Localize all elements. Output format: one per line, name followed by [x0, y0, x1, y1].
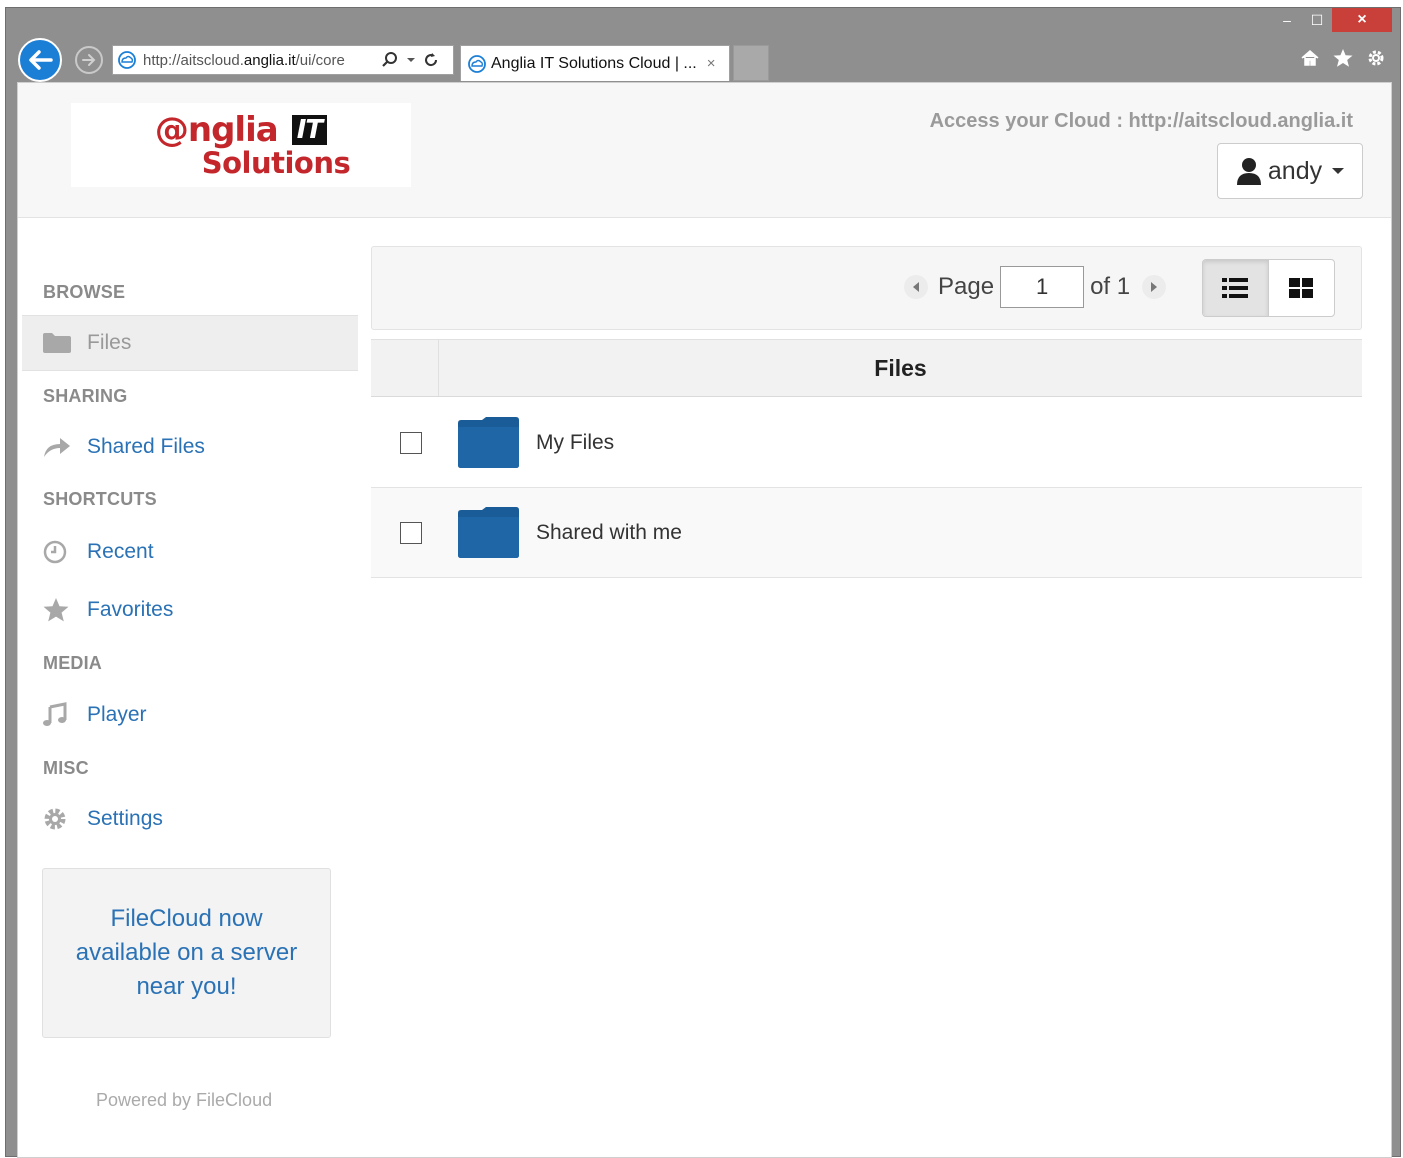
- row-checkbox[interactable]: [400, 521, 422, 544]
- chevron-down-icon[interactable]: [406, 56, 416, 64]
- page-number-input[interactable]: [1000, 266, 1085, 308]
- view-toggle-group: [1202, 259, 1335, 317]
- cog-icon: [44, 808, 66, 830]
- back-button[interactable]: [18, 38, 62, 82]
- browser-toolbar: [1300, 48, 1386, 68]
- company-logo[interactable]: @nglia IT Solutions: [71, 103, 411, 187]
- folder-icon: [458, 416, 520, 469]
- row-name[interactable]: My Files: [536, 431, 614, 455]
- pagination: Page of 1: [904, 266, 1167, 308]
- back-arrow-icon: [29, 50, 53, 70]
- url-text: http://aitscloud.anglia.it/ui/core: [143, 51, 345, 69]
- grid-icon: [1289, 278, 1314, 298]
- forward-arrow-icon: [82, 54, 96, 66]
- user-menu-button[interactable]: andy: [1217, 143, 1363, 199]
- files-column-header[interactable]: Files: [439, 340, 1362, 396]
- promo-box[interactable]: FileCloud now available on a server near…: [42, 868, 331, 1038]
- sidebar-item-favorites[interactable]: Favorites: [22, 582, 358, 638]
- row-name[interactable]: Shared with me: [536, 521, 682, 545]
- prev-page-button[interactable]: [904, 275, 928, 299]
- sidebar-item-player[interactable]: Player: [22, 687, 358, 743]
- table-row[interactable]: Shared with me: [371, 488, 1362, 578]
- forward-button[interactable]: [75, 46, 103, 74]
- list-icon: [1222, 278, 1249, 298]
- sidebar-item-settings[interactable]: Settings: [22, 791, 358, 847]
- row-checkbox[interactable]: [400, 431, 422, 454]
- search-icon[interactable]: [381, 51, 399, 69]
- clock-icon: [43, 540, 67, 564]
- page-viewport: @nglia IT Solutions Access your Cloud : h…: [17, 82, 1392, 1158]
- home-icon[interactable]: [1300, 48, 1320, 68]
- triangle-left-icon: [913, 282, 919, 292]
- minimize-button[interactable]: –: [1272, 8, 1302, 32]
- sidebar-item-recent[interactable]: Recent: [22, 524, 358, 580]
- music-note-icon: [43, 702, 67, 726]
- list-view-button[interactable]: [1203, 260, 1269, 316]
- site-cloud-icon: [118, 51, 136, 69]
- browser-window: – ☐ × http://aitscloud.anglia.it/ui/core…: [5, 7, 1401, 1158]
- user-icon: [1236, 158, 1261, 185]
- window-controls: – ☐ ×: [1272, 8, 1392, 38]
- section-browse: BROWSE: [43, 282, 126, 302]
- files-table-header: Files: [371, 339, 1362, 397]
- page-label: Page: [938, 273, 995, 300]
- sidebar-item-shared-files[interactable]: Shared Files: [22, 419, 358, 475]
- address-bar[interactable]: http://aitscloud.anglia.it/ui/core: [112, 45, 454, 75]
- caret-down-icon: [1332, 168, 1345, 174]
- star-icon[interactable]: [1332, 48, 1354, 68]
- table-row[interactable]: My Files: [371, 398, 1362, 488]
- new-tab-button[interactable]: [733, 45, 769, 81]
- access-cloud-text: Access your Cloud : http://aitscloud.ang…: [929, 110, 1353, 132]
- section-misc: MISC: [43, 758, 89, 778]
- tab-title: Anglia IT Solutions Cloud | ...: [491, 54, 697, 72]
- tab-close-icon[interactable]: ×: [707, 55, 716, 72]
- gear-icon[interactable]: [1366, 48, 1386, 68]
- user-name: andy: [1267, 156, 1323, 185]
- files-toolbar: Page of 1: [371, 246, 1362, 330]
- section-shortcuts: SHORTCUTS: [43, 489, 157, 509]
- sidebar-item-files[interactable]: Files: [22, 315, 358, 371]
- next-page-button[interactable]: [1142, 275, 1167, 299]
- grid-view-button[interactable]: [1269, 260, 1335, 316]
- share-icon: [44, 438, 70, 457]
- folder-icon: [458, 506, 520, 559]
- page-count-label: of 1: [1090, 273, 1131, 300]
- star-icon: [43, 598, 69, 622]
- section-media: MEDIA: [43, 653, 102, 673]
- section-sharing: SHARING: [43, 386, 128, 406]
- maximize-button[interactable]: ☐: [1302, 8, 1332, 32]
- close-window-button[interactable]: ×: [1332, 8, 1392, 32]
- tab-cloud-icon: [468, 54, 486, 73]
- folder-icon: [43, 333, 71, 353]
- select-all-column[interactable]: [371, 340, 439, 396]
- powered-by-text: Powered by FileCloud: [96, 1090, 273, 1110]
- app-header: @nglia IT Solutions Access your Cloud : h…: [18, 83, 1391, 218]
- sidebar: BROWSE Files SHARING Shared Files SHORTC…: [18, 218, 363, 1157]
- triangle-right-icon: [1151, 282, 1158, 292]
- refresh-icon[interactable]: [423, 52, 439, 68]
- tab-active[interactable]: Anglia IT Solutions Cloud | ... ×: [460, 45, 730, 81]
